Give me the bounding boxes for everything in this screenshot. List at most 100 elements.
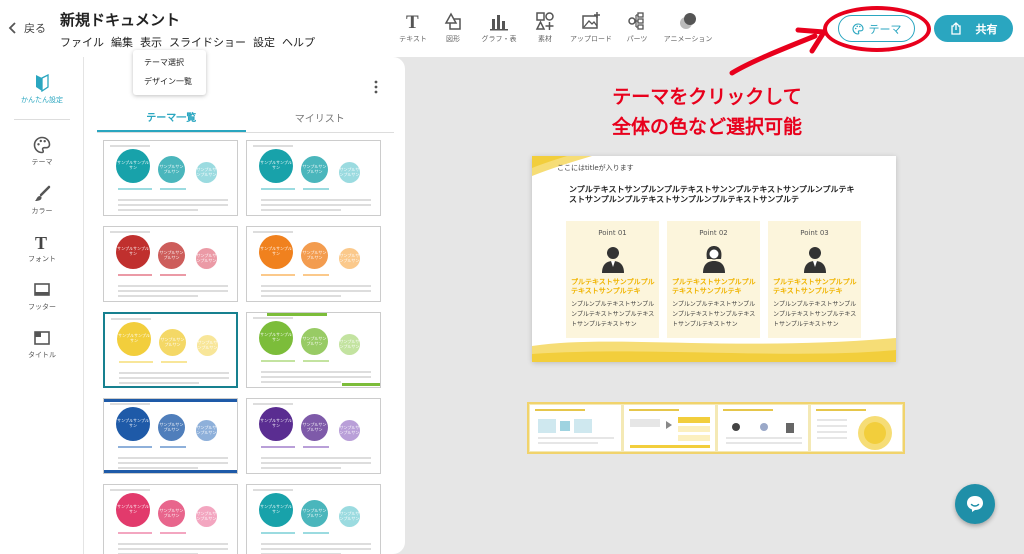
share-button[interactable]: 共有 bbox=[934, 15, 1013, 42]
thumb-text-line bbox=[160, 274, 186, 276]
more-options-icon[interactable] bbox=[372, 79, 380, 95]
theme-button[interactable]: テーマ bbox=[838, 15, 915, 42]
theme-thumbnail[interactable]: サンプルサンプルサン サンプルサンプルサン サンプルサンプルサン bbox=[103, 484, 238, 554]
slide-canvas[interactable]: ここにはtitleが入ります ンプルテキストサンプルンプルテキストサンンプルテキ… bbox=[532, 156, 896, 362]
theme-sample-circle: サンプルサンプルサン bbox=[116, 235, 150, 269]
sidebar-item-footer[interactable]: フッター bbox=[0, 281, 84, 312]
slide-thumbnail[interactable] bbox=[717, 405, 809, 451]
thumb-text-line bbox=[261, 548, 371, 550]
theme-thumbnail[interactable]: サンプルサンプルサン サンプルサンプルサン サンプルサンプルサン bbox=[246, 484, 381, 554]
theme-thumbnail[interactable]: サンプルサンプルサン サンプルサンプルサン サンプルサンプルサン bbox=[103, 312, 238, 388]
menu-edit[interactable]: 編集 bbox=[111, 34, 133, 50]
thumb-text-line bbox=[118, 188, 152, 190]
point-highlight: プルテキストサンプルプルテキストサンプルテキ bbox=[571, 278, 655, 295]
sidebar-item-easy-setup[interactable]: かんたん設定 bbox=[0, 74, 84, 105]
point-highlight: プルテキストサンプルプルテキストサンプルテキ bbox=[672, 278, 756, 295]
theme-sample-circle: サンプルサンプルサン bbox=[259, 493, 293, 527]
tool-text[interactable]: T テキスト bbox=[393, 11, 433, 44]
sidebar-item-label: テーマ bbox=[31, 158, 53, 166]
menu-slideshow[interactable]: スライドショー bbox=[169, 34, 246, 50]
tool-parts[interactable]: パーツ bbox=[617, 11, 657, 44]
theme-sample-circle: サンプルサンプルサン bbox=[117, 322, 151, 356]
theme-thumbnail[interactable]: サンプルサンプルサン サンプルサンプルサン サンプルサンプルサン bbox=[246, 398, 381, 474]
thumb-text-line bbox=[118, 457, 228, 459]
theme-sample-circle: サンプルサンプルサン bbox=[339, 162, 360, 183]
thumb-heading-bar bbox=[253, 231, 293, 233]
theme-thumbnail[interactable]: サンプルサンプルサン サンプルサンプルサン サンプルサンプルサン bbox=[246, 226, 381, 302]
tool-shape-label: 図形 bbox=[446, 35, 460, 43]
point-card: Point 03 プルテキストサンプルプルテキストサンプルテキ ンプルンプルテキ… bbox=[768, 221, 861, 338]
theme-sample-circle: サンプルサンプルサン bbox=[196, 248, 217, 269]
annotation-text: テーマをクリックして 全体の色など選択可能 bbox=[612, 82, 802, 142]
back-button[interactable]: 戻る bbox=[8, 20, 46, 36]
thumb-text-line bbox=[261, 462, 371, 464]
thumb-text-line bbox=[303, 446, 329, 448]
point-card: Point 02 プルテキストサンプルプルテキストサンプルテキ ンプルンプルテキ… bbox=[667, 221, 760, 338]
slide-thumbnail[interactable] bbox=[811, 405, 902, 451]
menu-file[interactable]: ファイル bbox=[60, 34, 104, 50]
tool-material[interactable]: 素材 bbox=[525, 11, 565, 44]
thumb-heading-bar bbox=[253, 489, 293, 491]
sidebar: かんたん設定 テーマ カラー T フォント フッター タイトル bbox=[0, 57, 84, 554]
theme-sample-label: サンプルサンプルサン bbox=[160, 336, 185, 347]
document-title[interactable]: 新規ドキュメント bbox=[60, 9, 180, 30]
thumb-heading-bar bbox=[535, 409, 585, 411]
thumb-accent-bar bbox=[104, 399, 237, 402]
menu-view[interactable]: 表示 bbox=[140, 34, 162, 50]
thumb-text-line bbox=[118, 446, 152, 448]
theme-thumbnail[interactable]: サンプルサンプルサン サンプルサンプルサン サンプルサンプルサン bbox=[103, 398, 238, 474]
sidebar-item-font[interactable]: T フォント bbox=[0, 233, 84, 264]
slide-thumbnail[interactable] bbox=[623, 405, 715, 451]
tool-shape[interactable]: 図形 bbox=[433, 11, 473, 44]
theme-sample-label: サンプルサンプルサン bbox=[117, 418, 149, 428]
theme-sample-label: サンプルサンプルサン bbox=[196, 252, 217, 263]
theme-sample-label: サンプルサンプルサン bbox=[339, 252, 360, 263]
sidebar-item-label: タイトル bbox=[28, 351, 56, 359]
menu-settings[interactable]: 設定 bbox=[253, 34, 275, 50]
menu-help[interactable]: ヘルプ bbox=[282, 34, 315, 50]
theme-thumbnail[interactable]: サンプルサンプルサン サンプルサンプルサン サンプルサンプルサン bbox=[246, 140, 381, 216]
tool-chart[interactable]: グラフ・表 bbox=[473, 11, 525, 44]
slide-title: ここにはtitleが入ります bbox=[557, 164, 634, 172]
palette-icon bbox=[33, 136, 51, 154]
thumb-text-line bbox=[303, 360, 329, 362]
thumb-graphic bbox=[725, 423, 802, 444]
theme-tabs: テーマ一覧 マイリスト bbox=[97, 103, 394, 133]
menu-item-design-list[interactable]: デザイン一覧 bbox=[133, 72, 206, 91]
theme-thumbnail[interactable]: サンプルサンプルサン サンプルサンプルサン サンプルサンプルサン bbox=[103, 226, 238, 302]
sidebar-item-title[interactable]: タイトル bbox=[0, 329, 84, 360]
point-card: Point 01 プルテキストサンプルプルテキストサンプルテキ ンプルンプルテキ… bbox=[566, 221, 659, 338]
thumb-graphic bbox=[629, 417, 710, 448]
theme-thumbnail[interactable]: サンプルサンプルサン サンプルサンプルサン サンプルサンプルサン bbox=[246, 312, 381, 388]
point-body: ンプルンプルテキストサンプルンプルテキストサンプルテキストサンプルテキストサン bbox=[672, 301, 756, 328]
thumb-text-line bbox=[119, 377, 229, 379]
tab-my-list[interactable]: マイリスト bbox=[246, 103, 395, 132]
thumb-text-line bbox=[118, 199, 228, 201]
theme-thumbnail[interactable]: サンプルサンプルサン サンプルサンプルサン サンプルサンプルサン bbox=[103, 140, 238, 216]
tool-animation[interactable]: アニメーション bbox=[657, 11, 719, 44]
thumb-text-line bbox=[118, 209, 198, 211]
thumb-heading-bar bbox=[628, 409, 679, 411]
thumb-text-line bbox=[118, 467, 198, 469]
thumb-heading-bar bbox=[111, 318, 151, 320]
chat-support-button[interactable] bbox=[955, 484, 995, 524]
tab-theme-list[interactable]: テーマ一覧 bbox=[97, 103, 246, 132]
theme-sample-label: サンプルサンプルサン bbox=[302, 335, 327, 346]
tool-upload[interactable]: アップロード bbox=[565, 11, 617, 44]
sidebar-item-theme[interactable]: テーマ bbox=[0, 136, 84, 167]
businessman-icon bbox=[602, 247, 624, 273]
theme-sample-label: サンプルサンプルサン bbox=[302, 421, 327, 432]
menu-item-theme-select[interactable]: テーマ選択 bbox=[133, 53, 206, 72]
sidebar-item-color[interactable]: カラー bbox=[0, 185, 84, 216]
text-T-icon: T bbox=[406, 12, 419, 31]
animation-icon bbox=[680, 13, 696, 29]
theme-sample-circle: サンプルサンプルサン bbox=[197, 335, 218, 356]
theme-sample-circle: サンプルサンプルサン bbox=[301, 328, 328, 355]
thumb-heading-bar bbox=[253, 145, 293, 147]
annotation-line-2: 全体の色など選択可能 bbox=[612, 116, 803, 138]
businesswoman-icon bbox=[703, 246, 725, 273]
thumb-text-line bbox=[118, 204, 228, 206]
slide-thumbnail[interactable] bbox=[530, 405, 621, 451]
thumb-text-line bbox=[261, 446, 295, 448]
theme-sample-label: サンプルサンプルサン bbox=[302, 249, 327, 260]
